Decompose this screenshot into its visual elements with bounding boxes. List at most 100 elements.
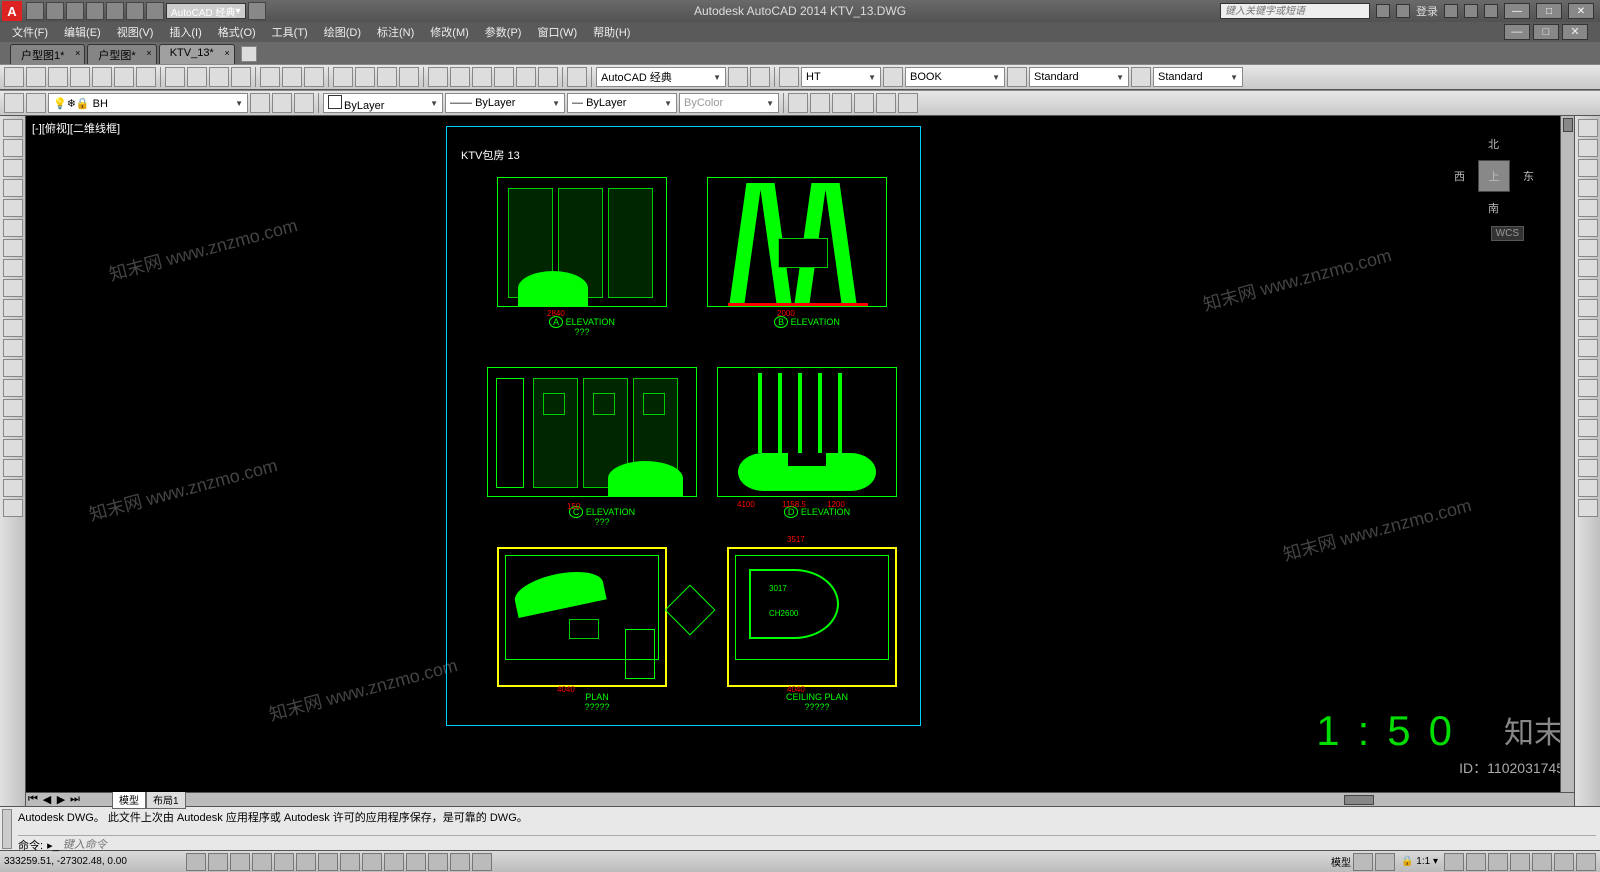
tabs-last-icon[interactable]: ⏭ [68,793,82,806]
new-tab-button[interactable] [241,46,257,62]
layer-prev-icon[interactable] [250,93,270,113]
cleanscreen-icon[interactable] [1576,853,1596,871]
fillet-icon[interactable] [1578,399,1598,417]
workspace-settings-icon[interactable] [728,67,748,87]
pan-icon[interactable] [333,67,353,87]
menu-draw[interactable]: 绘图(D) [318,22,367,42]
layer-states-icon[interactable] [26,93,46,113]
menu-param[interactable]: 参数(P) [479,22,528,42]
close-icon[interactable]: × [224,48,229,58]
light-icon[interactable] [898,93,918,113]
close-icon[interactable]: × [146,48,151,58]
rotate-icon[interactable] [1578,239,1598,257]
new-icon[interactable] [4,67,24,87]
plot-icon[interactable] [106,2,124,20]
scrollbar-vertical[interactable] [1560,116,1574,792]
command-grip-icon[interactable] [2,809,12,849]
copy-icon[interactable] [187,67,207,87]
viewport-label[interactable]: [-][俯视][二维线框] [32,120,120,136]
doc-close-button[interactable]: ✕ [1562,24,1588,40]
polar-icon[interactable] [252,853,272,871]
command-line[interactable]: Autodesk DWG。 此文件上次由 Autodesk 应用程序或 Auto… [0,806,1600,850]
markup-icon[interactable] [516,67,536,87]
mtext-icon[interactable] [3,479,23,497]
mleaderstyle-select[interactable]: Standard▼ [1153,67,1243,87]
menu-dim[interactable]: 标注(N) [371,22,420,42]
break-icon[interactable] [1578,339,1598,357]
textstyle-select[interactable]: HT▼ [801,67,881,87]
dimstyle-select[interactable]: BOOK▼ [905,67,1005,87]
minimize-button[interactable]: — [1504,3,1530,19]
save-icon[interactable] [66,2,84,20]
file-tab-3[interactable]: KTV_13*× [159,44,235,64]
dyn-icon[interactable] [362,853,382,871]
ortho-icon[interactable] [230,853,250,871]
layer-iso-icon[interactable] [294,93,314,113]
viewcube-e[interactable]: 东 [1523,168,1534,184]
circle-icon[interactable] [3,239,23,257]
menu-help[interactable]: 帮助(H) [587,22,636,42]
offset-icon[interactable] [1578,179,1598,197]
matchprop-icon[interactable] [231,67,251,87]
otrack-icon[interactable] [318,853,338,871]
visualstyles-icon[interactable] [854,93,874,113]
menu-view[interactable]: 视图(V) [111,22,160,42]
selectall-icon[interactable] [1578,499,1598,517]
doc-maximize-button[interactable]: □ [1533,24,1559,40]
annovis-icon[interactable] [1444,853,1464,871]
trim-icon[interactable] [1578,299,1598,317]
maximize-button[interactable]: □ [1536,3,1562,19]
dimstyle-icon[interactable] [883,67,903,87]
app-logo[interactable]: A [2,1,22,21]
stayconnected-icon[interactable] [1464,4,1478,18]
block-icon[interactable] [3,359,23,377]
open-icon[interactable] [26,67,46,87]
xline-icon[interactable] [3,139,23,157]
move-icon[interactable] [1578,219,1598,237]
file-tab-1[interactable]: 户型图1*× [10,44,85,64]
save-icon[interactable] [48,67,68,87]
layer-manager-icon[interactable] [4,93,24,113]
close-icon[interactable]: × [75,48,80,58]
ellipsearc-icon[interactable] [3,319,23,337]
plotstyle-select[interactable]: ByColor▼ [679,93,779,113]
model-tab[interactable]: 模型 [112,790,146,809]
tpy-icon[interactable] [406,853,426,871]
search-input[interactable] [1220,3,1370,19]
scale-icon[interactable] [1578,259,1598,277]
hardware-accel-icon[interactable] [1532,853,1552,871]
help-icon[interactable] [1484,4,1498,18]
saveas-icon[interactable] [86,2,104,20]
zoom-previous-icon[interactable] [399,67,419,87]
drawing-quickview-icon[interactable] [1375,853,1395,871]
snap-icon[interactable] [186,853,206,871]
3dosnap-icon[interactable] [296,853,316,871]
point-icon[interactable] [3,379,23,397]
layer-match-icon[interactable] [272,93,292,113]
insert-icon[interactable] [3,339,23,357]
menu-tools[interactable]: 工具(T) [266,22,314,42]
workspace-select[interactable]: AutoCAD 经典 ▾ [166,3,246,19]
quickcalc-icon[interactable] [538,67,558,87]
search-icon[interactable] [1376,4,1390,18]
menu-format[interactable]: 格式(O) [212,22,262,42]
lwt-icon[interactable] [384,853,404,871]
annoauto-icon[interactable] [1466,853,1486,871]
color-select[interactable]: ByLayer▼ [323,93,443,113]
toolbar-lock-icon[interactable] [1510,853,1530,871]
menu-modify[interactable]: 修改(M) [424,22,475,42]
paste-icon[interactable] [209,67,229,87]
ducs-icon[interactable] [340,853,360,871]
ws-switch-icon[interactable] [1488,853,1508,871]
menu-edit[interactable]: 编辑(E) [58,22,107,42]
file-tab-2[interactable]: 户型图*× [87,44,156,64]
plot-icon[interactable] [70,67,90,87]
table-icon[interactable] [3,459,23,477]
toolpalettes-icon[interactable] [472,67,492,87]
undo-icon[interactable] [126,2,144,20]
stretch-icon[interactable] [1578,279,1598,297]
rectangle-icon[interactable] [3,199,23,217]
setbylayer-icon[interactable] [1578,459,1598,477]
chamfer-icon[interactable] [1578,379,1598,397]
tabs-next-icon[interactable]: ▶ [54,793,68,806]
